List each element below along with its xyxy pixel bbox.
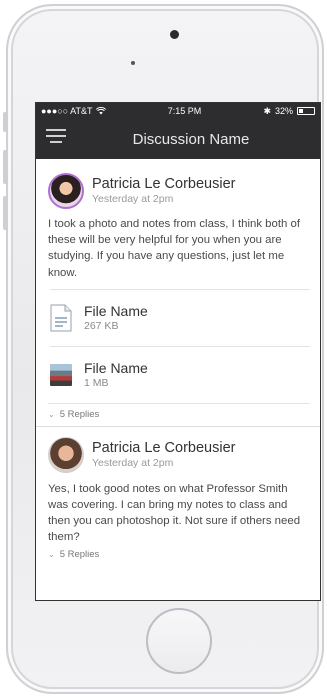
carrier-label: ●●●○○ AT&T bbox=[41, 106, 93, 116]
avatar[interactable] bbox=[48, 173, 84, 209]
menu-line bbox=[50, 141, 62, 143]
battery-icon bbox=[297, 107, 315, 115]
file-name: File Name bbox=[84, 360, 148, 377]
chevron-down-icon: ⌄ bbox=[48, 550, 55, 560]
replies-toggle[interactable]: ⌄ 5 Replies bbox=[48, 546, 310, 564]
status-bar: ●●●○○ AT&T 7:15 PM ✱ 32% bbox=[36, 103, 320, 119]
proximity-sensor bbox=[131, 61, 135, 65]
battery-percent: 32% bbox=[274, 106, 293, 116]
replies-count: 5 Replies bbox=[59, 409, 100, 421]
avatar[interactable] bbox=[48, 436, 84, 473]
post-body: I took a photo and notes from class, I t… bbox=[48, 218, 301, 279]
author-name[interactable]: Patricia Le Corbeusier bbox=[92, 439, 235, 457]
replies-toggle[interactable]: ⌄ 5 Replies bbox=[48, 402, 310, 426]
nav-bar: Discussion Name bbox=[36, 119, 320, 159]
post-body: Yes, I took good notes on what Professor… bbox=[48, 482, 301, 544]
front-camera bbox=[170, 30, 179, 39]
document-icon bbox=[50, 304, 72, 332]
post: Patricia Le Corbeusier Yesterday at 2pm … bbox=[36, 425, 320, 564]
attachment-document[interactable]: File Name 267 KB bbox=[50, 288, 310, 346]
wifi-icon bbox=[95, 107, 106, 115]
clock: 7:15 PM bbox=[167, 106, 202, 116]
post-timestamp: Yesterday at 2pm bbox=[92, 456, 174, 469]
post: Patricia Le Corbeusier Yesterday at 2pm … bbox=[36, 159, 320, 426]
author-name[interactable]: Patricia Le Corbeusier bbox=[92, 175, 235, 193]
attachment-photo[interactable]: File Name 1 MB bbox=[50, 345, 310, 403]
menu-line bbox=[46, 129, 66, 131]
silent-switch bbox=[3, 112, 8, 132]
bluetooth-icon: ✱ bbox=[263, 105, 271, 116]
replies-count: 5 Replies bbox=[59, 549, 100, 561]
home-button[interactable] bbox=[146, 608, 212, 674]
volume-up-button bbox=[3, 150, 8, 184]
post-timestamp: Yesterday at 2pm bbox=[92, 193, 174, 205]
attachments: File Name 267 KB File Name 1 MB bbox=[48, 288, 310, 403]
battery-fill bbox=[299, 109, 303, 113]
file-size: 1 MB bbox=[84, 377, 109, 390]
file-name: File Name bbox=[84, 303, 148, 320]
page-title: Discussion Name bbox=[132, 130, 250, 148]
hamburger-icon[interactable] bbox=[46, 129, 66, 147]
discussion-feed: Patricia Le Corbeusier Yesterday at 2pm … bbox=[36, 159, 320, 564]
volume-down-button bbox=[3, 196, 8, 230]
chevron-down-icon: ⌄ bbox=[48, 410, 55, 420]
file-size: 267 KB bbox=[84, 320, 119, 333]
screen: ●●●○○ AT&T 7:15 PM ✱ 32% Discussion Name… bbox=[35, 102, 321, 601]
menu-line bbox=[46, 135, 66, 137]
photo-thumbnail bbox=[50, 363, 72, 386]
